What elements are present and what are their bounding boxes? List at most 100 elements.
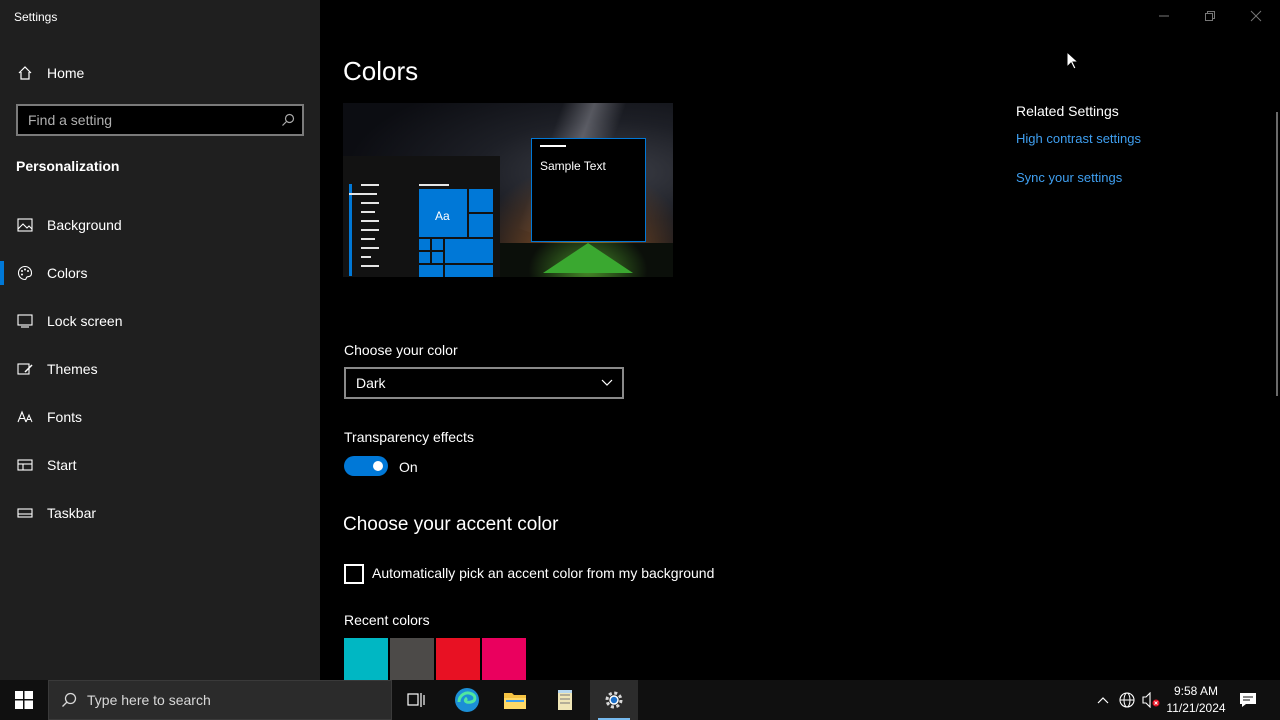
preview-menu-line — [361, 202, 379, 204]
globe-icon — [1119, 692, 1135, 708]
preview-menu-line — [349, 193, 377, 195]
recent-color-swatch[interactable] — [344, 638, 388, 680]
preview-tile — [419, 252, 430, 263]
lock-screen-icon — [17, 313, 33, 329]
brush-icon — [17, 361, 33, 377]
sidebar-item-label: Taskbar — [47, 505, 97, 521]
preview-tent — [543, 243, 633, 273]
preview-tile — [445, 265, 493, 277]
folder-icon — [504, 693, 526, 709]
taskbar-clock[interactable]: 9:58 AM 11/21/2024 — [1164, 683, 1228, 717]
minimize-button[interactable] — [1150, 6, 1178, 26]
settings-taskbar-button[interactable] — [590, 680, 638, 720]
section-heading: Personalization — [16, 158, 120, 174]
main-content: Colors Aa Sample Text Choose your color … — [320, 0, 1280, 680]
dropdown-value: Dark — [356, 375, 386, 391]
preview-tile — [445, 239, 493, 263]
start-button[interactable] — [0, 680, 48, 720]
preview-sample-window: Sample Text — [531, 138, 646, 242]
sidebar-item-label: Home — [47, 65, 85, 81]
page-title: Colors — [343, 56, 419, 86]
sidebar-item-label: Start — [47, 457, 77, 473]
notepad-icon — [558, 690, 572, 710]
preview-menu-line — [361, 265, 379, 267]
sidebar-item-label: Fonts — [47, 409, 83, 425]
preview-start-menu: Aa — [343, 156, 500, 277]
volume-button[interactable] — [1140, 680, 1162, 720]
search-icon[interactable] — [274, 106, 302, 134]
preview-menu-line — [419, 184, 449, 186]
accent-color-heading: Choose your accent color — [343, 514, 559, 535]
toggle-knob — [373, 461, 383, 471]
recent-color-swatch[interactable] — [436, 638, 480, 680]
gear-icon — [605, 691, 623, 709]
sidebar: Settings Home Personalization Background… — [0, 0, 320, 680]
file-explorer-button[interactable] — [492, 680, 538, 720]
taskbar-search-box[interactable]: Type here to search — [48, 680, 392, 720]
network-button[interactable] — [1116, 680, 1138, 720]
notepad-button[interactable] — [542, 680, 588, 720]
preview-menu-line — [361, 238, 375, 240]
recent-color-swatch[interactable] — [482, 638, 526, 680]
windows-logo-icon — [15, 691, 33, 709]
choose-color-dropdown[interactable]: Dark — [344, 367, 624, 399]
preview-window-titlebar — [540, 145, 566, 147]
preview-menu-line — [361, 184, 379, 186]
preview-menu-line — [361, 256, 371, 258]
close-button[interactable] — [1242, 6, 1270, 26]
task-view-button[interactable] — [394, 680, 438, 720]
sidebar-item-colors[interactable]: Colors — [0, 253, 320, 293]
action-center-button[interactable] — [1234, 680, 1262, 720]
clock-time: 9:58 AM — [1173, 684, 1219, 698]
preview-tile — [469, 214, 493, 237]
chevron-down-icon — [592, 379, 622, 387]
recent-colors-label: Recent colors — [344, 612, 430, 628]
preview-menu-line — [361, 229, 379, 231]
sidebar-item-label: Colors — [47, 265, 88, 281]
transparency-state: On — [399, 459, 418, 475]
chevron-up-icon — [1097, 697, 1109, 704]
scrollbar[interactable] — [1276, 112, 1278, 396]
sidebar-item-themes[interactable]: Themes — [0, 349, 320, 389]
sidebar-item-home[interactable]: Home — [0, 60, 320, 86]
auto-accent-checkbox[interactable] — [344, 564, 364, 584]
show-hidden-icons-button[interactable] — [1092, 680, 1114, 720]
preview-tiles: Aa — [419, 189, 493, 277]
preview-menu-line — [361, 247, 379, 249]
sidebar-item-start[interactable]: Start — [0, 445, 320, 485]
sidebar-item-label: Background — [47, 217, 122, 233]
notification-icon — [1240, 693, 1256, 707]
search-icon — [61, 692, 77, 708]
find-setting-input[interactable] — [18, 112, 274, 128]
auto-accent-label[interactable]: Automatically pick an accent color from … — [372, 565, 714, 581]
transparency-label: Transparency effects — [344, 429, 474, 445]
preview-tile — [432, 252, 443, 263]
sidebar-item-taskbar[interactable]: Taskbar — [0, 493, 320, 533]
transparency-toggle[interactable] — [344, 456, 388, 476]
edge-button[interactable] — [444, 680, 490, 720]
font-icon — [17, 409, 33, 425]
theme-preview: Aa Sample Text — [343, 103, 673, 277]
recent-color-swatch[interactable] — [390, 638, 434, 680]
sidebar-item-label: Lock screen — [47, 313, 123, 329]
restore-button[interactable] — [1196, 6, 1224, 26]
find-setting-box[interactable] — [16, 104, 304, 136]
home-icon — [17, 65, 33, 81]
sync-settings-link[interactable]: Sync your settings — [1016, 170, 1122, 185]
high-contrast-link[interactable]: High contrast settings — [1016, 131, 1141, 146]
taskbar-search-placeholder: Type here to search — [87, 692, 211, 708]
sidebar-item-lock-screen[interactable]: Lock screen — [0, 301, 320, 341]
volume-muted-icon — [1142, 692, 1160, 708]
start-icon — [17, 457, 33, 473]
preview-tile-large: Aa — [419, 189, 467, 237]
sidebar-item-label: Themes — [47, 361, 98, 377]
sidebar-item-background[interactable]: Background — [0, 205, 320, 245]
related-settings-heading: Related Settings — [1016, 103, 1119, 119]
sidebar-item-fonts[interactable]: Fonts — [0, 397, 320, 437]
edge-icon — [455, 688, 479, 712]
preview-tile — [432, 239, 443, 250]
preview-menu-line — [361, 211, 375, 213]
choose-color-label: Choose your color — [344, 342, 458, 358]
clock-date: 11/21/2024 — [1166, 701, 1226, 715]
image-icon — [17, 217, 33, 233]
